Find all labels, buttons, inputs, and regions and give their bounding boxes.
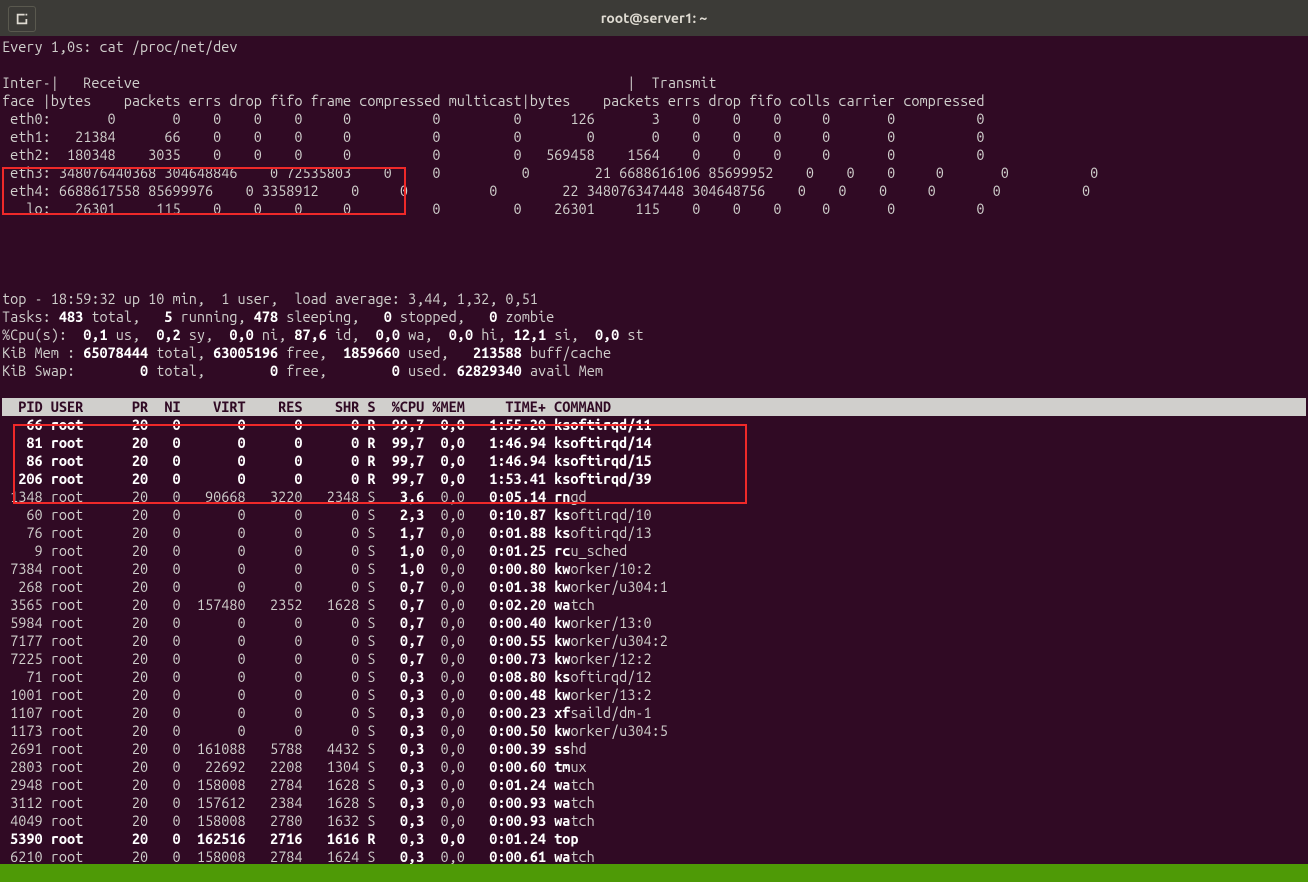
tmux-status-bar[interactable]: [0] 0:root@server1:~ 1:root@server1:~* 2… [0,864,1308,882]
top-process-row: 3565 root 20 0 157480 2352 1628 S 0,7 0,… [2,596,1306,614]
netdev-row: eth2: 180348 3035 0 0 0 0 0 0 569458 156… [2,146,1306,164]
title-bar: root@server1: ~ [0,0,1308,36]
netdev-hdr2: face |bytes packets errs drop fifo frame… [2,92,1306,110]
top-line1: top - 18:59:32 up 10 min, 1 user, load a… [2,290,1306,308]
top-tasks: Tasks: 483 total, 5 running, 478 sleepin… [2,308,1306,326]
netdev-row: eth3: 348076440368 304648846 0 72535803 … [2,164,1306,182]
top-process-row: 4049 root 20 0 158008 2780 1632 S 0,3 0,… [2,812,1306,830]
top-process-row: 66 root 20 0 0 0 0 R 99,7 0,0 1:55.20 ks… [2,416,1306,434]
blank [2,380,1306,398]
watch-header: Every 1,0s: cat /proc/net/dev [2,38,1306,56]
netdev-row: eth4: 6688617558 85699976 0 3358912 0 0 … [2,182,1306,200]
top-process-row: 2803 root 20 0 22692 2208 1304 S 0,3 0,0… [2,758,1306,776]
top-process-row: 7177 root 20 0 0 0 0 S 0,7 0,0 0:00.55 k… [2,632,1306,650]
netdev-hdr1: Inter-| Receive | Transmit [2,74,1306,92]
top-process-row: 2948 root 20 0 158008 2784 1628 S 0,3 0,… [2,776,1306,794]
blank [2,218,1306,236]
netdev-row: eth0: 0 0 0 0 0 0 0 0 126 3 0 0 0 0 0 0 [2,110,1306,128]
terminal-output[interactable]: Every 1,0s: cat /proc/net/dev Inter-| Re… [0,36,1308,868]
blank [2,56,1306,74]
top-summary-line: KiB Mem : 65078444 total, 63005196 free,… [2,344,1306,362]
top-process-row: 1173 root 20 0 0 0 0 S 0,3 0,0 0:00.50 k… [2,722,1306,740]
top-process-row: 71 root 20 0 0 0 0 S 0,3 0,0 0:08.80 kso… [2,668,1306,686]
top-process-row: 7225 root 20 0 0 0 0 S 0,7 0,0 0:00.73 k… [2,650,1306,668]
top-process-row: 2691 root 20 0 161088 5788 4432 S 0,3 0,… [2,740,1306,758]
top-process-row: 206 root 20 0 0 0 0 R 99,7 0,0 1:53.41 k… [2,470,1306,488]
top-process-row: 86 root 20 0 0 0 0 R 99,7 0,0 1:46.94 ks… [2,452,1306,470]
top-process-row: 7384 root 20 0 0 0 0 S 1,0 0,0 0:00.80 k… [2,560,1306,578]
top-process-row: 60 root 20 0 0 0 0 S 2,3 0,0 0:10.87 kso… [2,506,1306,524]
top-process-row: 1001 root 20 0 0 0 0 S 0,3 0,0 0:00.48 k… [2,686,1306,704]
netdev-row: eth1: 21384 66 0 0 0 0 0 0 0 0 0 0 0 0 0… [2,128,1306,146]
top-process-row: 1348 root 20 0 90668 3220 2348 S 3,6 0,0… [2,488,1306,506]
top-column-header: PID USER PR NI VIRT RES SHR S %CPU %MEM … [2,398,1306,416]
top-process-row: 9 root 20 0 0 0 0 S 1,0 0,0 0:01.25 rcu_… [2,542,1306,560]
top-process-row: 1107 root 20 0 0 0 0 S 0,3 0,0 0:00.23 x… [2,704,1306,722]
top-process-row: 76 root 20 0 0 0 0 S 1,7 0,0 0:01.88 kso… [2,524,1306,542]
new-tab-button[interactable] [8,6,36,32]
new-tab-icon [15,12,29,26]
blank [2,272,1306,290]
netdev-row: lo: 26301 115 0 0 0 0 0 0 26301 115 0 0 … [2,200,1306,218]
top-summary-line: KiB Swap: 0 total, 0 free, 0 used. 62829… [2,362,1306,380]
top-process-row: 3112 root 20 0 157612 2384 1628 S 0,3 0,… [2,794,1306,812]
blank [2,236,1306,254]
top-summary-line: %Cpu(s): 0,1 us, 0,2 sy, 0,0 ni, 87,6 id… [2,326,1306,344]
window-title: root@server1: ~ [601,9,708,27]
top-process-row: 5390 root 20 0 162516 2716 1616 R 0,3 0,… [2,830,1306,848]
top-process-row: 5984 root 20 0 0 0 0 S 0,7 0,0 0:00.40 k… [2,614,1306,632]
blank [2,254,1306,272]
top-process-row: 268 root 20 0 0 0 0 S 0,7 0,0 0:01.38 kw… [2,578,1306,596]
top-process-row: 81 root 20 0 0 0 0 R 99,7 0,0 1:46.94 ks… [2,434,1306,452]
